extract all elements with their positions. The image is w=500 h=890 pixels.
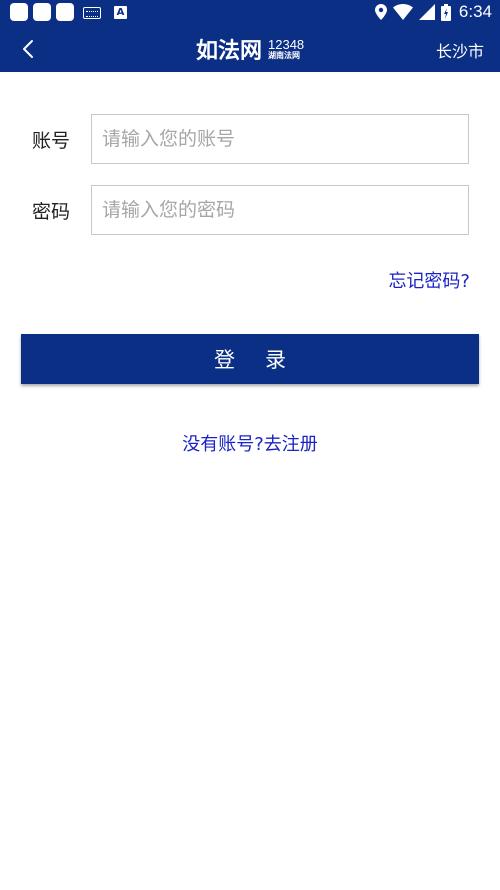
password-label: 密码 (32, 201, 71, 223)
logo-side: 12348 湖南法网 (268, 38, 304, 60)
battery-icon (440, 3, 451, 21)
city-selector[interactable]: 长沙市 (436, 38, 484, 62)
status-bar: A 6:34 (0, 0, 500, 26)
header: A 6:34 如法网 12348 湖南法网 长沙市 (0, 0, 500, 72)
location-icon (374, 4, 387, 20)
signal-icon (418, 4, 435, 20)
status-bar-notifications: A (10, 3, 127, 21)
account-row: 账号 (0, 114, 500, 164)
app-a-icon: A (114, 5, 127, 19)
logo-text: 如法网 (196, 39, 263, 64)
back-button[interactable] (12, 32, 44, 66)
login-button[interactable]: 登录 (21, 334, 479, 384)
register-link[interactable]: 没有账号?去注册 (0, 430, 500, 456)
wifi-icon (392, 4, 413, 20)
keyboard-icon (83, 6, 101, 19)
account-input[interactable] (91, 114, 469, 164)
app-logo: 如法网 12348 湖南法网 (196, 32, 304, 66)
status-time: 6:34 (458, 2, 492, 21)
notification-icon (10, 3, 28, 21)
account-label: 账号 (32, 130, 71, 152)
logo-number: 12348 (268, 37, 305, 52)
navigation-bar: 如法网 12348 湖南法网 长沙市 (0, 26, 500, 72)
notification-icon (33, 3, 51, 21)
password-input[interactable] (91, 185, 469, 235)
chevron-left-icon (23, 40, 33, 58)
forgot-password-link[interactable]: 忘记密码? (388, 267, 470, 293)
status-bar-system: 6:34 (374, 2, 492, 22)
notification-icon (56, 3, 74, 21)
logo-subtitle: 湖南法网 (268, 51, 301, 60)
password-row: 密码 (0, 185, 500, 235)
